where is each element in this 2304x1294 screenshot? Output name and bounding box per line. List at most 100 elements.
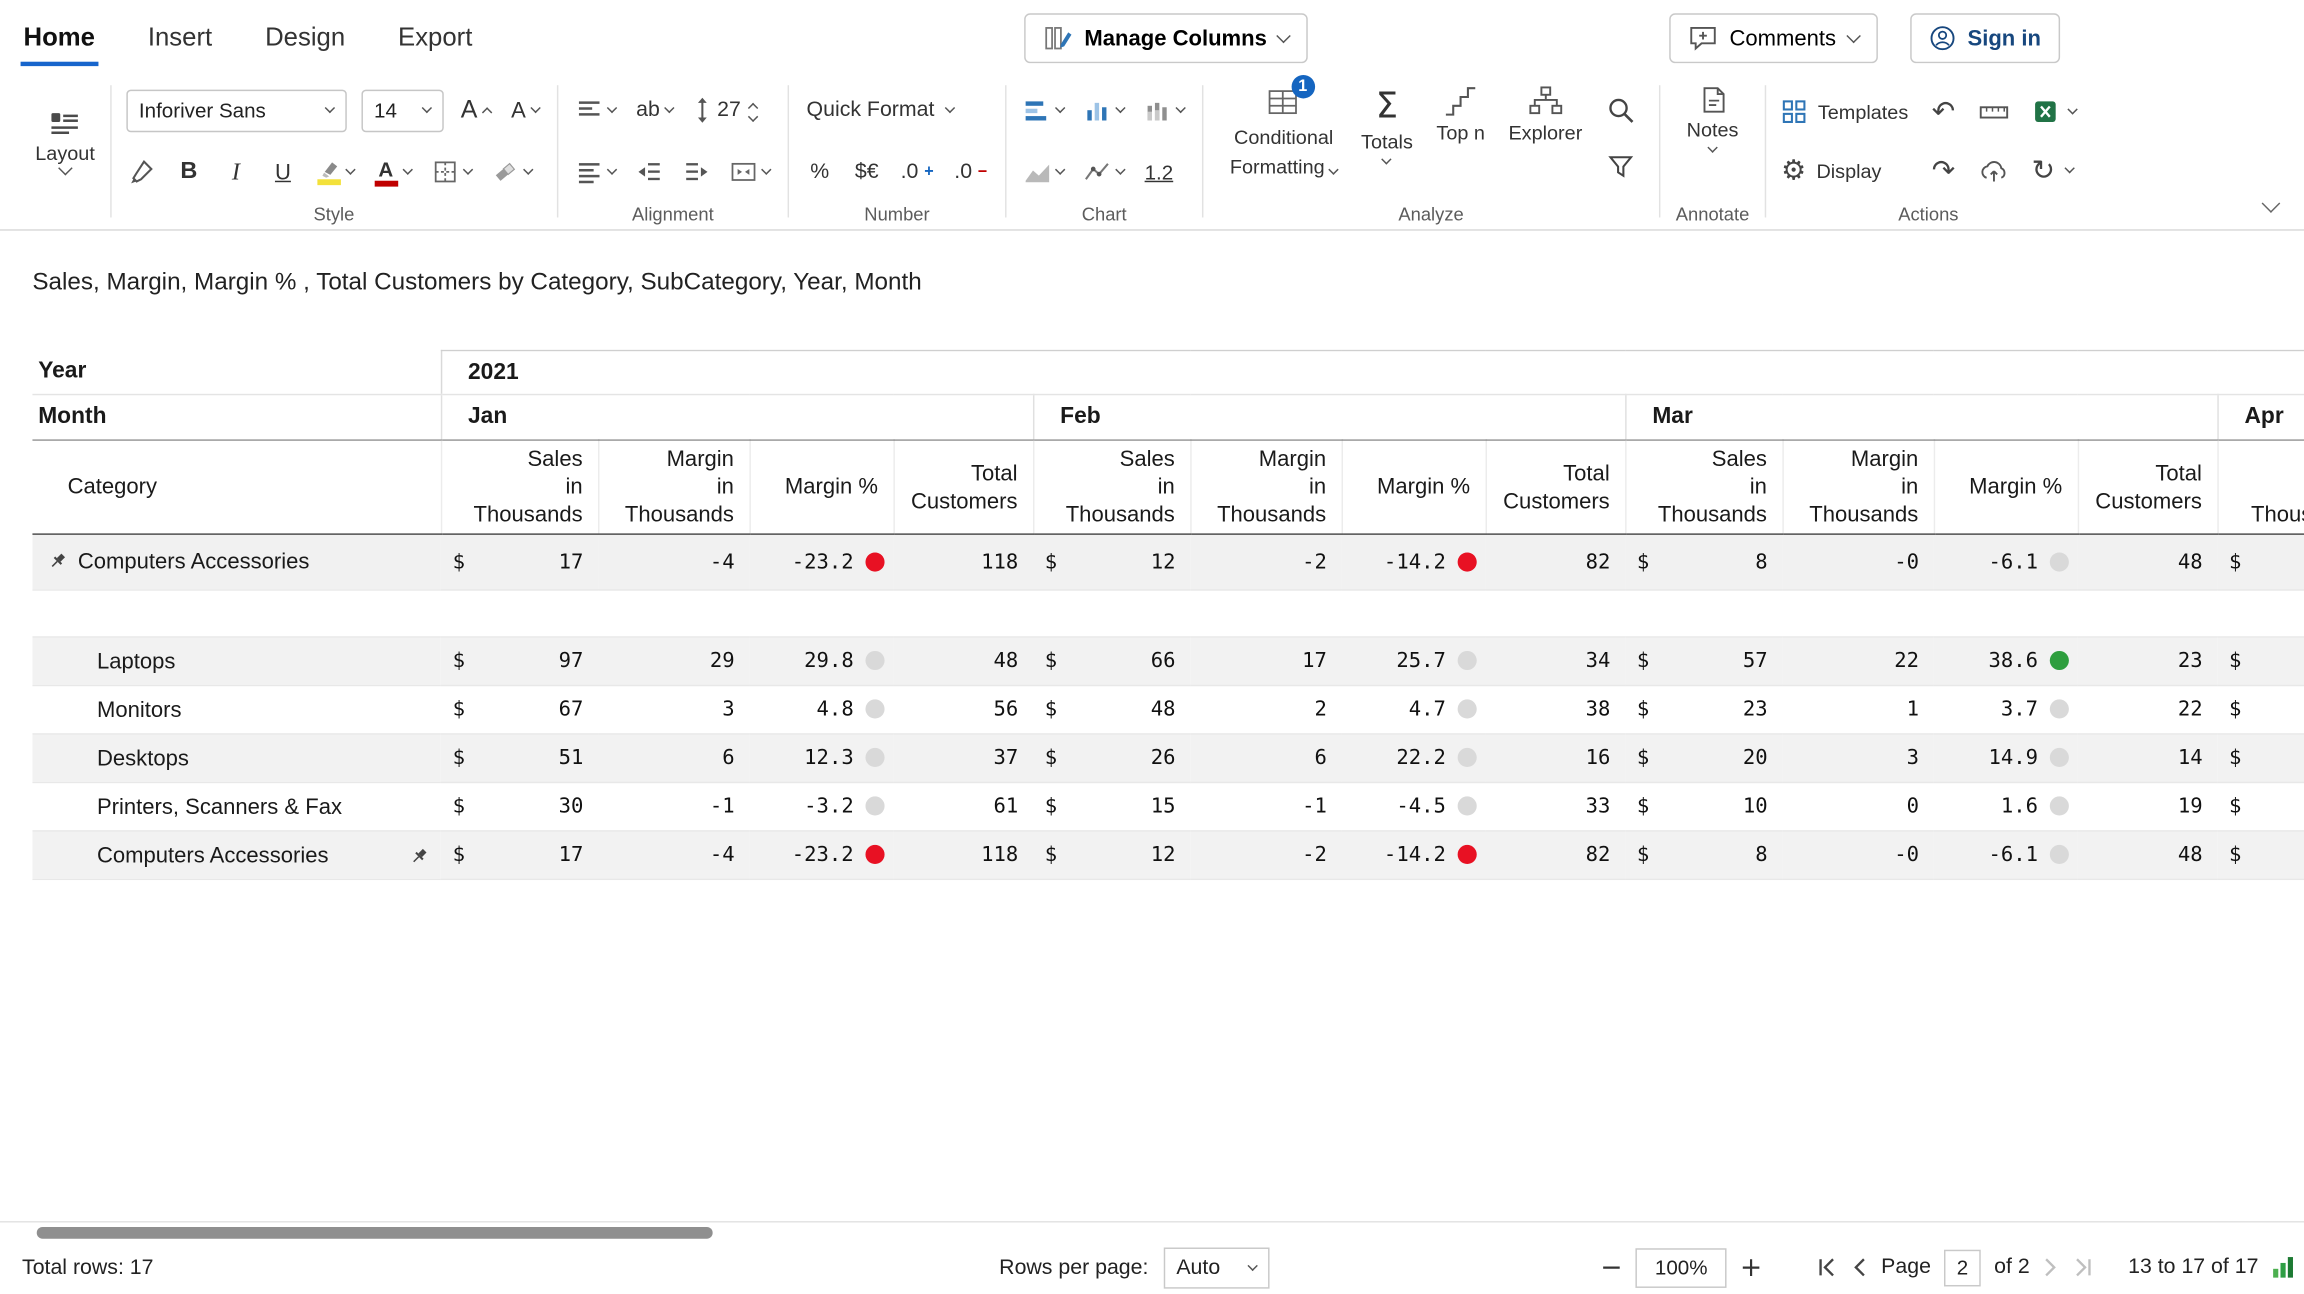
collapse-ribbon-button[interactable] [2264,192,2277,214]
cell-margin-pct[interactable]: -14.2 [1342,831,1486,879]
cell-sales[interactable]: $66 [1033,637,1190,685]
cloud-upload-button[interactable] [1979,158,2008,183]
cell-sales[interactable]: $8 [1625,831,1782,879]
cell-margin-pct[interactable]: -6.1 [1934,534,2078,590]
line-chart-button[interactable] [1081,150,1127,194]
row-height-control[interactable]: 27 [691,88,760,132]
font-family-select[interactable]: Inforiver Sans [126,89,346,132]
refresh-button[interactable]: ↻ [2032,156,2076,184]
measure-header[interactable]: TotalCustomers [893,440,1033,534]
cell-margin-pct[interactable]: 38.6 [1934,637,2078,685]
bold-button[interactable]: B [173,150,205,194]
clear-format-button[interactable] [489,150,535,194]
cell-margin-pct[interactable]: 14.9 [1934,734,2078,782]
increase-font-size-button[interactable]: A [458,88,494,132]
font-size-select[interactable]: 14 [361,89,443,132]
stacked-chart-button[interactable] [1142,88,1188,132]
cell-sales[interactable]: $ [2217,685,2304,733]
cell-customers[interactable]: 82 [1486,534,1626,590]
row-label[interactable]: Monitors [32,685,440,733]
cell-customers[interactable]: 118 [893,534,1033,590]
merge-cells-button[interactable] [727,150,773,194]
cell-margin[interactable]: 1 [1782,685,1933,733]
manage-columns-button[interactable]: Manage Columns [1024,13,1308,63]
cell-sales[interactable]: $12 [1033,831,1190,879]
cell-sales[interactable]: $23 [1625,685,1782,733]
cell-customers[interactable]: 34 [1486,637,1626,685]
month-header-apr[interactable]: Apr [2217,395,2304,441]
comments-button[interactable]: Comments [1669,13,1877,63]
horizontal-align-button[interactable] [573,150,619,194]
category-header[interactable]: Category [32,440,440,534]
cell-sales[interactable]: $8 [1625,534,1782,590]
row-label[interactable]: Computers Accessories [32,534,440,590]
decrease-indent-button[interactable] [633,150,665,194]
quick-format-select[interactable]: Quick Format [804,88,957,132]
area-chart-button[interactable] [1021,150,1067,194]
month-header-feb[interactable]: Feb [1033,395,1625,441]
cell-sales[interactable]: $ [2217,734,2304,782]
cell-sales[interactable]: $ [2217,782,2304,830]
measure-header[interactable]: Salesin Thousands [1033,440,1190,534]
scrollbar-thumb[interactable] [37,1226,713,1238]
cell-margin[interactable]: -0 [1782,534,1933,590]
cell-sales[interactable]: $26 [1033,734,1190,782]
page-input[interactable]: 2 [1944,1249,1981,1286]
font-color-button[interactable]: A [371,150,414,194]
highlight-color-button[interactable] [314,150,357,194]
cell-margin[interactable]: -4 [598,831,749,879]
zoom-in-button[interactable]: + [1740,1252,1762,1283]
cell-margin[interactable]: 3 [598,685,749,733]
cell-margin-pct[interactable]: 22.2 [1342,734,1486,782]
cell-margin-pct[interactable]: -23.2 [749,831,893,879]
cell-margin[interactable]: -4 [598,534,749,590]
cell-margin-pct[interactable]: -23.2 [749,534,893,590]
measure-header[interactable]: TotalCustomers [1486,440,1626,534]
tab-design[interactable]: Design [262,15,348,58]
explorer-button[interactable]: Explorer [1497,85,1594,147]
cell-margin-pct[interactable]: 4.7 [1342,685,1486,733]
cell-margin[interactable]: -2 [1190,831,1341,879]
cell-margin[interactable]: 6 [1190,734,1341,782]
cell-sales[interactable]: $57 [1625,637,1782,685]
cell-margin[interactable]: -0 [1782,831,1933,879]
year-value[interactable]: 2021 [441,350,2304,394]
rows-per-page-select[interactable]: Auto [1163,1247,1269,1288]
cell-customers[interactable]: 48 [2078,534,2218,590]
format-painter-button[interactable] [126,150,158,194]
cell-sales[interactable]: $20 [1625,734,1782,782]
cell-customers[interactable]: 23 [2078,637,2218,685]
tab-insert[interactable]: Insert [145,15,215,58]
cell-sales[interactable]: $15 [1033,782,1190,830]
cell-customers[interactable]: 33 [1486,782,1626,830]
italic-button[interactable]: I [220,150,252,194]
row-label[interactable]: Computers Accessories [32,831,440,879]
percent-format-button[interactable]: % [804,150,836,194]
cell-margin[interactable]: 0 [1782,782,1933,830]
cell-customers[interactable]: 38 [1486,685,1626,733]
cell-margin-pct[interactable]: 12.3 [749,734,893,782]
cell-margin[interactable]: 3 [1782,734,1933,782]
pin-icon[interactable] [47,551,68,572]
cell-customers[interactable]: 61 [893,782,1033,830]
cell-margin-pct[interactable]: -14.2 [1342,534,1486,590]
cell-customers[interactable]: 118 [893,831,1033,879]
export-excel-button[interactable] [2032,98,2076,124]
cell-sales[interactable]: $67 [441,685,598,733]
redo-button[interactable]: ↷ [1932,156,1955,184]
cell-margin[interactable]: -1 [1190,782,1341,830]
cell-customers[interactable]: 82 [1486,831,1626,879]
measure-header[interactable]: TotalCustomers [2078,440,2218,534]
cell-margin-pct[interactable]: 3.7 [1934,685,2078,733]
search-button[interactable] [1603,88,1638,132]
cell-customers[interactable]: 48 [2078,831,2218,879]
cell-customers[interactable]: 22 [2078,685,2218,733]
row-label[interactable]: Laptops [32,637,440,685]
cell-customers[interactable]: 37 [893,734,1033,782]
month-header-mar[interactable]: Mar [1625,395,2217,441]
measure-header[interactable]: Salesin Thousands [1625,440,1782,534]
cell-sales[interactable]: $ [2217,534,2304,590]
cell-margin-pct[interactable]: 1.6 [1934,782,2078,830]
measure-header[interactable]: Margin % [1934,440,2078,534]
measure-header[interactable]: Marginin Thousands [1190,440,1341,534]
